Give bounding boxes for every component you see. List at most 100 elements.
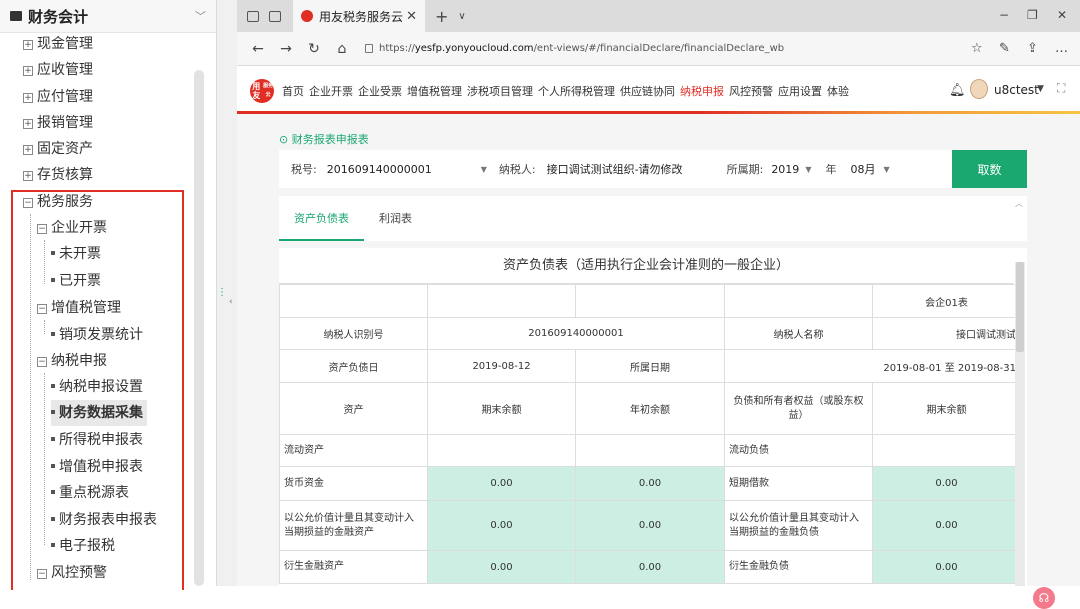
balance-sheet-table: 会企01表 纳税人识别号 201609140000001 纳税人名称 接口调试测… <box>279 284 1021 584</box>
favorites-icon[interactable]: ☆ <box>971 41 983 56</box>
liability-end-value[interactable]: 0.00 <box>872 466 1021 501</box>
form-code: 会企01表 <box>872 284 1021 318</box>
url-host: yesfp.yonyoucloud.com <box>414 43 534 54</box>
year-select[interactable]: 2019 <box>771 163 799 176</box>
nav-risk-warning[interactable]: 风控预警 <box>729 83 773 99</box>
avatar[interactable] <box>970 79 988 99</box>
app-navigation: 用友 服务云 首页 企业开票 企业受票 增值税管理 涉税项目管理 个人所得税管理 … <box>237 68 1080 114</box>
report-tabs: 资产负债表 利润表 ︿ <box>279 196 1027 241</box>
tree-item-fixed-assets[interactable]: + 固定资产 <box>23 136 93 162</box>
col-liabilities-equity: 负债和所有者权益（或股东权益） <box>724 382 873 435</box>
share-icon[interactable]: ⇪ <box>1027 41 1038 56</box>
nav-tax-projects[interactable]: 涉税项目管理 <box>467 83 533 99</box>
nav-experience[interactable]: 体验 <box>827 83 849 99</box>
drag-handle-icon[interactable]: ⋮ <box>217 287 227 298</box>
tab-income-statement[interactable]: 利润表 <box>364 196 427 241</box>
date-label: 资产负债日 <box>279 349 428 383</box>
year-caret-icon[interactable]: ▼ <box>805 165 811 174</box>
col-asset: 资产 <box>279 382 428 435</box>
taxpayer-label: 纳税人: <box>498 163 536 176</box>
address-bar: ← → ↻ ⌂ https:// yesfp.yonyoucloud.com /… <box>237 32 1080 66</box>
liability-end-value[interactable]: 0.00 <box>872 500 1021 551</box>
expand-icon[interactable]: + <box>23 171 33 181</box>
nav-receiving[interactable]: 企业受票 <box>358 83 402 99</box>
fullscreen-icon[interactable]: ⛶ <box>1057 81 1065 96</box>
table-row: 货币资金 0.00 0.00 短期借款 0.00 <box>279 466 1021 501</box>
table-row: 衍生金融资产 0.00 0.00 衍生金融负债 0.00 <box>279 550 1021 584</box>
home-icon[interactable]: ⌂ <box>335 41 349 57</box>
module-icon <box>10 11 22 21</box>
tab-balance-sheet[interactable]: 资产负债表 <box>279 196 364 241</box>
asset-end-value[interactable]: 0.00 <box>427 550 576 584</box>
section-current-liabilities: 流动负债 <box>724 434 873 467</box>
table-header-row: 资产 期末余额 年初余额 负债和所有者权益（或股东权益） 期末余额 <box>279 382 1021 435</box>
liability-name: 以公允价值计量且其变动计入当期损益的金融负债 <box>724 500 873 551</box>
main-content: ⊙ 财务报表申报表 税号: 201609140000001 ▼ 纳税人: 接口调… <box>237 114 1080 609</box>
tree-item-reimburse[interactable]: + 报销管理 <box>23 110 93 136</box>
asset-begin-value[interactable]: 0.00 <box>575 466 725 501</box>
close-icon[interactable]: ✕ <box>406 9 417 24</box>
user-menu-chevron-icon[interactable]: ▼ <box>1037 84 1044 94</box>
favicon-icon <box>301 10 313 22</box>
asset-begin-value[interactable]: 0.00 <box>575 500 725 551</box>
tree-item-cash[interactable]: + 现金管理 <box>23 31 93 57</box>
asset-end-value[interactable]: 0.00 <box>427 466 576 501</box>
chevron-down-icon[interactable]: ﹀ <box>195 8 206 24</box>
nav-supply-chain[interactable]: 供应链协同 <box>620 83 675 99</box>
username[interactable]: u8ctest <box>994 83 1039 97</box>
url-path: /ent-views/#/financialDeclare/financialD… <box>533 43 785 54</box>
brand-logo[interactable]: 用友 服务云 <box>250 79 274 103</box>
collapse-arrow-icon[interactable]: ‹ <box>229 297 233 307</box>
bell-icon[interactable]: 🔔︎ <box>949 83 966 98</box>
refresh-icon[interactable]: ↻ <box>307 41 321 57</box>
nav-personal-income-tax[interactable]: 个人所得税管理 <box>538 83 615 99</box>
liability-end-value[interactable]: 0.00 <box>872 550 1021 584</box>
new-tab-icon[interactable]: + <box>435 7 448 26</box>
sheet-scrollbar[interactable] <box>1015 262 1025 586</box>
browser-tab[interactable]: 用友税务服务云 ✕ <box>293 0 425 32</box>
nav-invoicing[interactable]: 企业开票 <box>309 83 353 99</box>
asset-name: 货币资金 <box>279 466 428 501</box>
left-panel-header[interactable]: 财务会计 ﹀ <box>0 0 216 33</box>
minimize-icon[interactable]: − <box>999 8 1009 22</box>
tree-item-inventory[interactable]: + 存货核算 <box>23 162 93 188</box>
panel-splitter[interactable]: ⋮ ‹ <box>217 0 237 586</box>
tab-aside-icon[interactable] <box>269 10 281 22</box>
pen-icon[interactable]: ✎ <box>999 41 1010 56</box>
back-icon[interactable]: ← <box>251 41 265 57</box>
nav-app-settings[interactable]: 应用设置 <box>778 83 822 99</box>
more-icon[interactable]: … <box>1055 41 1068 56</box>
left-panel-scrollbar[interactable] <box>194 70 204 586</box>
nav-vat[interactable]: 增值税管理 <box>407 83 462 99</box>
restore-icon[interactable]: ❐ <box>1027 8 1038 22</box>
url-field[interactable]: https:// yesfp.yonyoucloud.com /ent-view… <box>365 43 784 54</box>
expand-icon[interactable]: + <box>23 66 33 76</box>
scrollbar-thumb[interactable] <box>1016 262 1024 352</box>
filter-bar: 税号: 201609140000001 ▼ 纳税人: 接口调试测试组织-请勿修改… <box>279 150 1027 188</box>
tree-item-receivable[interactable]: + 应收管理 <box>23 57 93 83</box>
headset-icon[interactable]: ☊ <box>1033 587 1055 609</box>
tree-item-payable[interactable]: + 应付管理 <box>23 84 93 110</box>
forward-icon[interactable]: → <box>279 41 293 57</box>
balance-sheet: 资产负债表（适用执行企业会计准则的一般企业） 会企01表 纳税人识别号 2016… <box>279 248 1027 586</box>
expand-icon[interactable]: + <box>23 119 33 129</box>
tax-no-select[interactable]: 201609140000001 <box>327 163 475 176</box>
asset-begin-value[interactable]: 0.00 <box>575 550 725 584</box>
month-select[interactable]: 08月 <box>850 161 875 177</box>
table-row: 以公允价值计量且其变动计入当期损益的金融资产 0.00 0.00 以公允价值计量… <box>279 500 1021 551</box>
window-close-icon[interactable]: ✕ <box>1057 8 1067 22</box>
nav-tax-declaration[interactable]: 纳税申报 <box>680 83 724 99</box>
tab-list-chevron-icon[interactable]: ∨ <box>458 11 465 22</box>
chevron-up-icon[interactable]: ︿ <box>1015 198 1023 209</box>
nav-home[interactable]: 首页 <box>282 83 304 99</box>
tab-actions-icon[interactable] <box>247 10 259 22</box>
expand-icon[interactable]: + <box>23 145 33 155</box>
location-pin-icon: ⊙ <box>279 133 289 146</box>
period-label: 所属期: <box>726 163 764 176</box>
tax-no-caret-icon[interactable]: ▼ <box>481 165 487 174</box>
query-button[interactable]: 取数 <box>952 150 1027 188</box>
month-caret-icon[interactable]: ▼ <box>883 165 889 174</box>
asset-end-value[interactable]: 0.00 <box>427 500 576 551</box>
expand-icon[interactable]: + <box>23 40 33 50</box>
expand-icon[interactable]: + <box>23 93 33 103</box>
